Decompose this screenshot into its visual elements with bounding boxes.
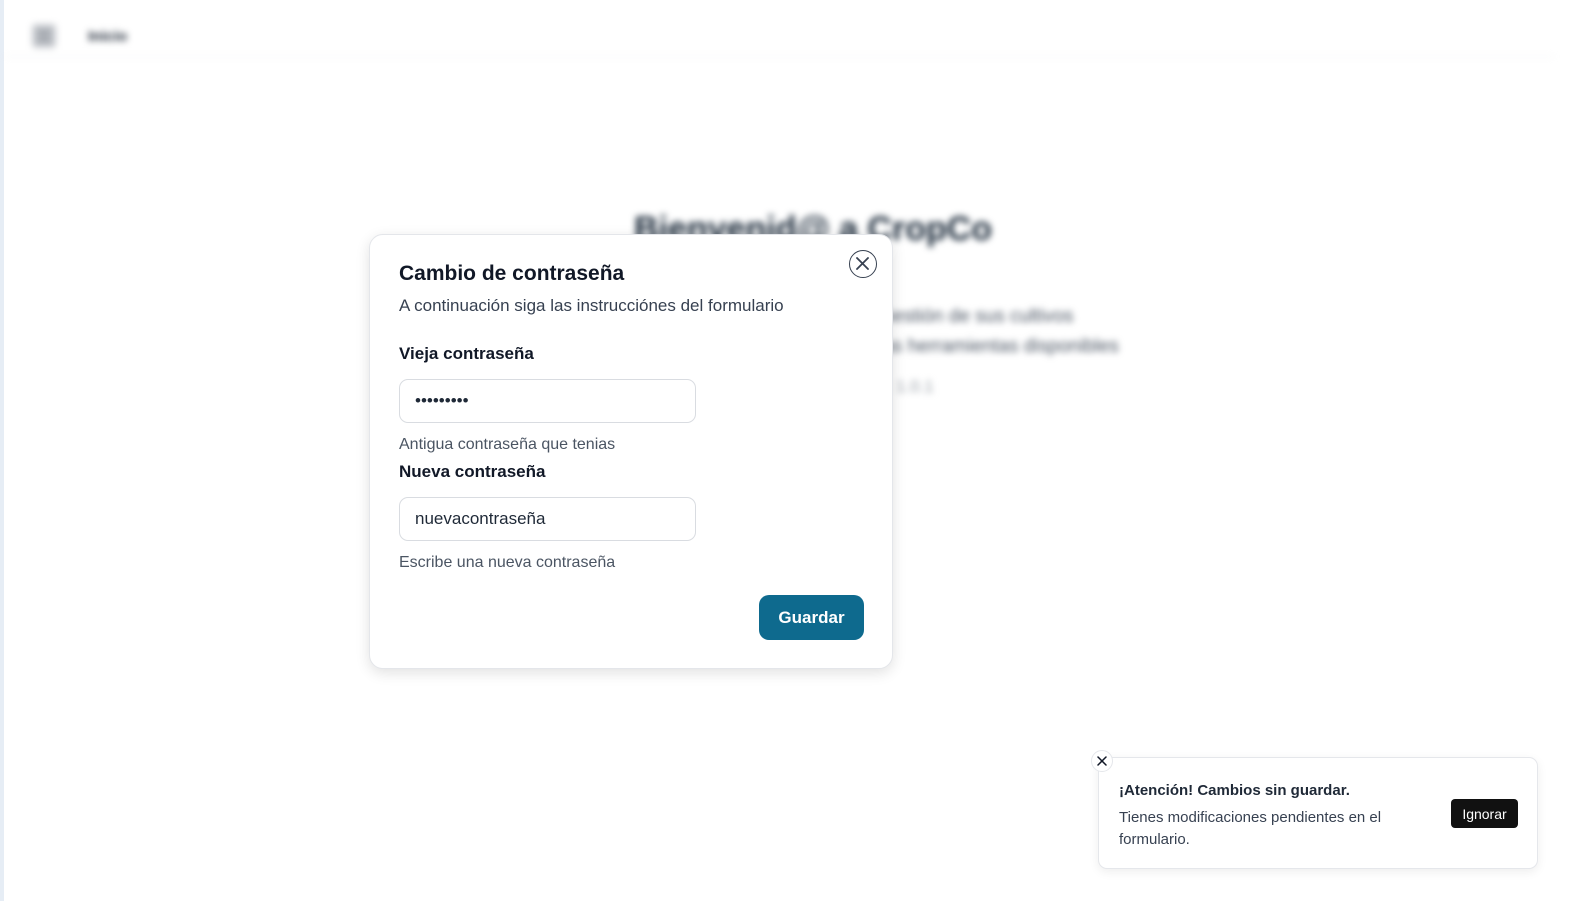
toast-message: Tienes modificaciones pendientes en el f… bbox=[1119, 809, 1382, 848]
new-password-input[interactable] bbox=[399, 497, 696, 541]
toast-close-button[interactable] bbox=[1091, 750, 1113, 772]
close-icon bbox=[856, 257, 869, 270]
topbar-title: Inicio bbox=[88, 28, 128, 45]
unsaved-changes-toast: ¡Atención! Cambios sin guardar. Tienes m… bbox=[1098, 757, 1538, 869]
new-password-label: Nueva contraseña bbox=[399, 462, 546, 481]
old-password-label: Vieja contraseña bbox=[399, 344, 534, 363]
x-icon bbox=[1097, 756, 1107, 766]
welcome-text-line: Gestión de sus cultivos bbox=[878, 306, 1074, 327]
dialog-title: Cambio de contraseña bbox=[399, 262, 625, 285]
dialog-subtitle: A continuación siga las instrucciónes de… bbox=[399, 296, 784, 315]
old-password-help: Antigua contraseña que tenias bbox=[399, 436, 616, 453]
menu-icon[interactable] bbox=[32, 24, 56, 48]
app-root: Inicio Bienvenid@ a CropCo Gestión de su… bbox=[0, 0, 1582, 901]
toast-title: ¡Atención! Cambios sin guardar. bbox=[1119, 782, 1350, 799]
change-password-dialog: Cambio de contraseña A continuación siga… bbox=[369, 234, 893, 669]
save-button[interactable]: Guardar bbox=[759, 595, 864, 640]
new-password-help: Escribe una nueva contraseña bbox=[399, 554, 616, 571]
top-bar: Inicio bbox=[4, 0, 1554, 57]
old-password-input[interactable] bbox=[399, 379, 696, 423]
ignore-button[interactable]: Ignorar bbox=[1451, 799, 1518, 828]
close-dialog-button[interactable] bbox=[849, 250, 877, 278]
welcome-text-line: las herramientas disponibles bbox=[878, 336, 1119, 357]
